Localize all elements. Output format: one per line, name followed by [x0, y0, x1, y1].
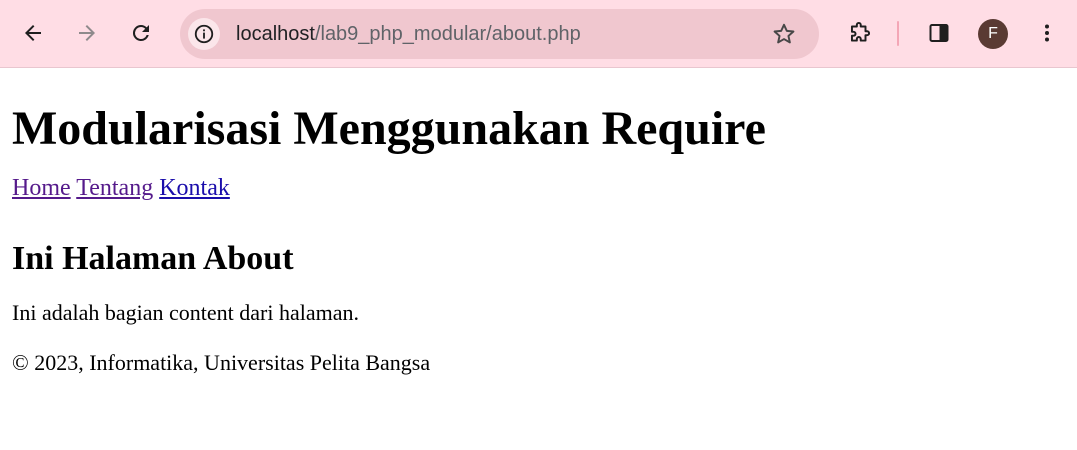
- site-info-button[interactable]: [188, 18, 220, 50]
- address-bar[interactable]: localhost/lab9_php_modular/about.php: [180, 9, 819, 59]
- puzzle-icon: [850, 21, 871, 42]
- reload-button[interactable]: [122, 14, 160, 52]
- reload-icon: [132, 24, 149, 41]
- toolbar-divider: [897, 21, 899, 46]
- nav-links: Home Tentang Kontak: [12, 174, 1065, 202]
- star-icon: [773, 23, 795, 44]
- profile-initial: F: [988, 25, 998, 42]
- nav-link-tentang[interactable]: Tentang: [76, 175, 153, 201]
- url-host: localhost: [236, 23, 315, 45]
- arrow-right-icon: [79, 25, 95, 41]
- page-title: Modularisasi Menggunakan Require: [12, 102, 766, 155]
- forward-button[interactable]: [68, 14, 106, 52]
- nav-link-home[interactable]: Home: [12, 175, 71, 201]
- content-text: Ini adalah bagian content dari halaman.: [12, 300, 359, 325]
- footer-text: © 2023, Informatika, Universitas Pelita …: [12, 350, 431, 375]
- browser-toolbar: localhost/lab9_php_modular/about.php F: [0, 0, 1077, 68]
- info-icon: [194, 24, 214, 44]
- extensions-button[interactable]: [840, 14, 878, 52]
- side-panel-icon: [929, 24, 949, 42]
- arrow-left-icon: [25, 25, 41, 41]
- page-content: Modularisasi Menggunakan Require Home Te…: [0, 101, 1077, 376]
- url-text[interactable]: localhost/lab9_php_modular/about.php: [236, 22, 581, 46]
- menu-button[interactable]: [1028, 14, 1066, 52]
- nav-link-kontak[interactable]: Kontak: [159, 175, 230, 201]
- side-panel-button[interactable]: [920, 14, 958, 52]
- more-vert-icon: [1045, 24, 1049, 42]
- bookmark-button[interactable]: [771, 21, 797, 47]
- section-heading: Ini Halaman About: [12, 240, 294, 277]
- profile-avatar[interactable]: F: [978, 19, 1008, 49]
- url-path: /lab9_php_modular/about.php: [314, 23, 581, 45]
- back-button[interactable]: [14, 14, 52, 52]
